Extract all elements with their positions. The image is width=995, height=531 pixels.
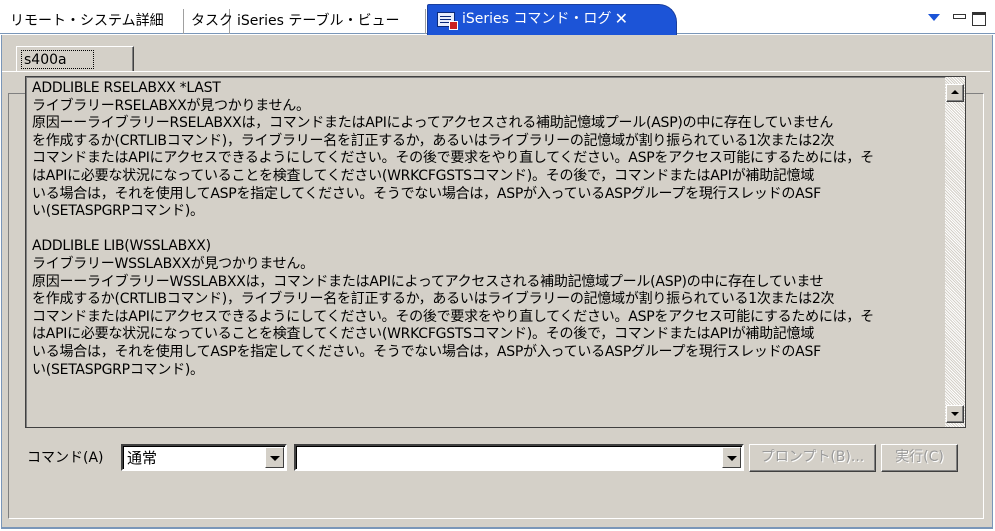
run-button[interactable]: 実行(C) (881, 444, 958, 472)
maximize-icon[interactable] (972, 12, 986, 26)
log-line: 原因ーーライブラリーWSSLABXXは，コマンドまたはAPIによってアクセスされ… (32, 273, 824, 290)
log-line: ADDLIBLE RSELABXX *LAST (32, 80, 221, 96)
log-line: い(SETASPGRPコマンド)。 (32, 203, 204, 220)
vertical-scrollbar[interactable] (945, 76, 966, 428)
close-icon[interactable]: ✕ (615, 5, 628, 33)
log-line: はAPIに必要な状況になっていることを検査してください(WRKCFGSTSコマン… (32, 326, 815, 343)
command-mode-select[interactable]: 通常 (121, 444, 287, 471)
command-log-output[interactable]: ADDLIBLE RSELABXX *LAST ライブラリーRSELABXXが見つ… (25, 76, 945, 428)
tab-tasks[interactable]: タスク (185, 9, 233, 34)
command-input[interactable] (294, 444, 744, 471)
view-menu-icon[interactable] (928, 14, 940, 21)
prompt-button[interactable]: プロンプト(B)... (749, 444, 876, 472)
log-line: い(SETASPGRPコマンド)。 (32, 361, 204, 378)
log-line: コマンドまたはAPIにアクセスできるようにしてください。その後で要求をやり直して… (32, 308, 874, 325)
log-line: いる場合は，それを使用してASPを指定してください。そうでない場合は，ASPが入… (32, 343, 821, 360)
scroll-down-icon[interactable] (946, 405, 964, 423)
tab-iseries-table-view[interactable]: iSeries テーブル・ビュー (231, 9, 426, 34)
minimize-icon[interactable] (952, 12, 966, 26)
log-line: はAPIに必要な状況になっていることを検査してください(WRKCFGSTSコマン… (32, 167, 815, 184)
tab-label: リモート・システム詳細 (10, 13, 164, 29)
log-line: いる場合は，それを使用してASPを指定してください。そうでない場合は，ASPが入… (32, 185, 821, 202)
log-line: を作成するか(CRTLIBコマンド)，ライブラリー名を訂正するか，あるいはライブ… (32, 291, 835, 308)
tab-label: タスク (191, 13, 233, 29)
log-line: コマンドまたはAPIにアクセスできるようにしてください。その後で要求をやり直して… (32, 150, 874, 167)
tab-divider (2, 71, 990, 72)
tab-iseries-command-log[interactable]: iSeries コマンド・ログ ✕ (427, 4, 677, 35)
dropdown-arrow-icon[interactable] (265, 447, 284, 468)
tab-remote-system-details[interactable]: リモート・システム詳細 (4, 9, 184, 34)
view-tab-strip: リモート・システム詳細 タスク iSeries テーブル・ビュー iSeries… (0, 0, 995, 35)
dropdown-arrow-icon[interactable] (722, 447, 741, 468)
system-tab-label: s400a (21, 50, 94, 69)
command-mode-value: 通常 (127, 449, 158, 467)
log-text: ADDLIBLE RSELABXX *LAST ライブラリーRSELABXXが見つ… (32, 80, 945, 379)
log-line: ライブラリーWSSLABXXが見つかりません。 (32, 255, 314, 272)
command-log-icon (437, 12, 458, 30)
tab-label: iSeries コマンド・ログ (462, 11, 612, 27)
log-line: ADDLIBLE LIB(WSSLABXX) (32, 238, 211, 255)
system-tab-s400a[interactable]: s400a (16, 46, 134, 72)
log-line: 原因ーーライブラリーRSELABXXは，コマンドまたはAPIによってアクセスされ… (32, 115, 834, 132)
scroll-up-icon[interactable] (946, 84, 964, 102)
command-label: コマンド(A) (27, 450, 104, 466)
tab-label: iSeries テーブル・ビュー (237, 13, 400, 29)
log-line: ライブラリーRSELABXXが見つかりません。 (32, 97, 310, 114)
log-line: を作成するか(CRTLIBコマンド)，ライブラリー名を訂正するか，あるいはライブ… (32, 132, 835, 149)
